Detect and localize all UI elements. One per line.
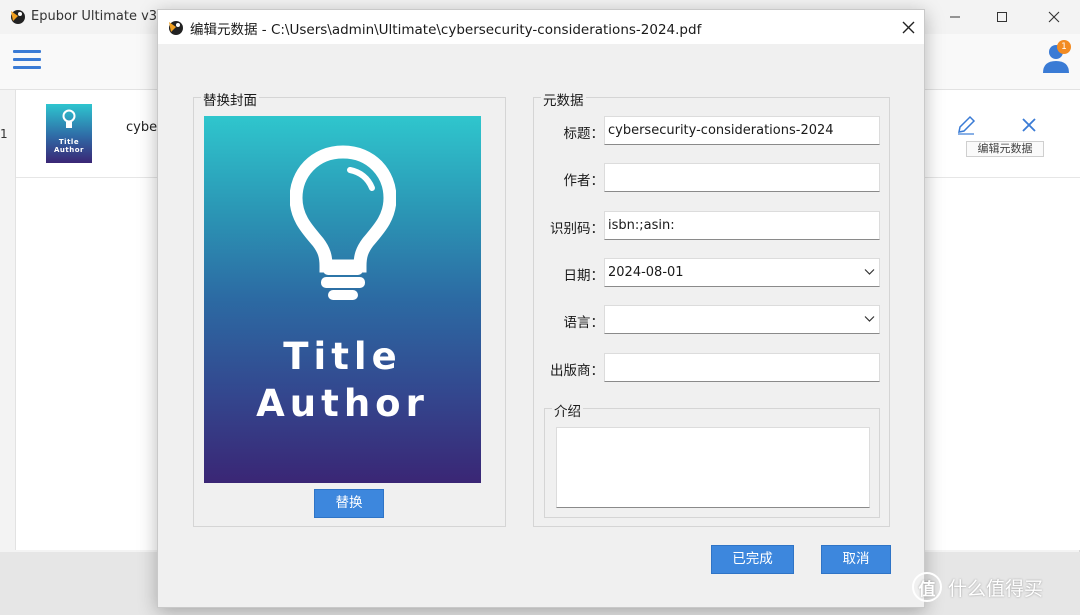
maximize-icon	[997, 12, 1007, 22]
publisher-label: 出版商：	[550, 363, 604, 379]
dialog-body: 替换封面 Title Author 替换 元数据 标题： cybersecuri…	[158, 44, 924, 607]
dialog-titlebar: 编辑元数据 - C:\Users\admin\Ultimate\cybersec…	[158, 10, 924, 44]
site-watermark: 值 什么值得买	[912, 570, 1043, 604]
identifier-label: 识别码：	[550, 221, 604, 237]
cover-preview: Title Author	[204, 116, 481, 483]
close-icon	[1048, 11, 1060, 23]
app-title: Epubor Ultimate v3.0	[31, 9, 170, 24]
chevron-down-icon	[864, 269, 875, 275]
title-label: 标题：	[563, 126, 605, 142]
identifier-field[interactable]: isbn:;asin:	[604, 211, 880, 240]
watermark-logo: 值	[912, 572, 942, 602]
dialog-title: 编辑元数据 - C:\Users\admin\Ultimate\cybersec…	[190, 22, 702, 38]
metadata-legend: 元数据	[541, 89, 586, 109]
lightbulb-icon	[62, 109, 76, 128]
row-number: 1	[0, 127, 8, 141]
publisher-field[interactable]	[604, 353, 880, 382]
replace-cover-group: 替换封面 Title Author 替换	[193, 89, 506, 527]
app-logo-icon	[169, 21, 183, 35]
minimize-icon	[950, 16, 960, 18]
close-icon	[902, 21, 914, 33]
maximize-button[interactable]	[982, 4, 1022, 30]
date-select[interactable]: 2024-08-01	[604, 258, 880, 287]
lightbulb-icon	[290, 145, 396, 300]
title-field[interactable]: cybersecurity-considerations-2024	[604, 116, 880, 145]
done-button[interactable]: 已完成	[711, 545, 794, 574]
dialog-close-button[interactable]	[895, 15, 921, 39]
author-label: 作者：	[563, 173, 605, 189]
menu-icon[interactable]	[13, 50, 41, 70]
intro-group: 介绍	[544, 400, 880, 518]
author-field[interactable]	[604, 163, 880, 192]
edit-metadata-tooltip: 编辑元数据	[966, 141, 1044, 157]
chevron-down-icon	[864, 316, 875, 322]
replace-cover-button[interactable]: 替换	[314, 489, 384, 518]
date-label: 日期：	[563, 268, 605, 284]
language-label: 语言：	[563, 315, 605, 331]
app-close-button[interactable]	[1034, 4, 1074, 30]
remove-icon[interactable]	[1018, 114, 1040, 136]
replace-cover-legend: 替换封面	[201, 89, 259, 109]
thumb-author: Author	[54, 146, 84, 154]
book-thumbnail: Title Author	[46, 104, 92, 163]
cover-title-text: Title	[283, 335, 402, 378]
edit-metadata-dialog: 编辑元数据 - C:\Users\admin\Ultimate\cybersec…	[157, 9, 925, 608]
intro-textarea[interactable]	[556, 427, 870, 508]
thumb-title: Title	[58, 138, 80, 146]
cover-author-text: Author	[256, 382, 429, 425]
intro-legend: 介绍	[552, 400, 583, 420]
watermark-text: 什么值得买	[948, 577, 1044, 600]
metadata-group: 元数据 标题： cybersecurity-considerations-202…	[533, 89, 890, 527]
notification-badge: 1	[1057, 40, 1071, 54]
date-value: 2024-08-01	[608, 265, 684, 280]
language-select[interactable]	[604, 305, 880, 334]
app-logo-icon	[11, 10, 25, 24]
cancel-button[interactable]: 取消	[821, 545, 891, 574]
minimize-button[interactable]	[935, 4, 975, 30]
edit-icon[interactable]	[955, 114, 977, 136]
